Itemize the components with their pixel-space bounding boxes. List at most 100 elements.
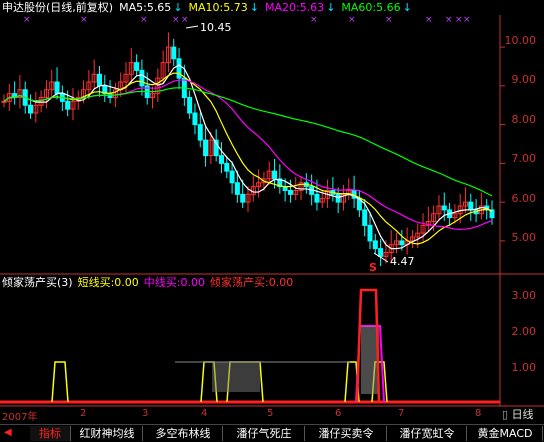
ma10-arrow-icon: ↓	[249, 1, 259, 14]
date-tick-4: 4	[201, 408, 208, 419]
price-tick-6: 6.00	[511, 192, 537, 205]
date-tick-7: 7	[398, 408, 405, 419]
date-tick-6: 6	[335, 408, 342, 419]
signal-x-marker: ×	[348, 15, 356, 25]
ma20-arrow-icon: ↓	[326, 1, 336, 14]
ma60-arrow-icon: ↓	[402, 1, 412, 14]
candle-body	[187, 97, 193, 114]
candle-body	[240, 193, 246, 203]
candle-body	[287, 190, 293, 195]
candle-body	[335, 193, 341, 203]
candle-body	[218, 155, 224, 164]
signal-x-marker: ×	[425, 15, 433, 25]
chart-canvas[interactable]: × × × × × × × × × × × ×	[0, 0, 544, 441]
kline-window: × × × × × × × × × × × × 申达股份(日线,前复权) MA5:5.65 ↓ MA10:5…	[0, 0, 544, 442]
signal-x-marker: ×	[463, 15, 471, 25]
candle-body	[372, 240, 378, 250]
price-legend: 申达股份(日线,前复权) MA5:5.65 ↓ MA10:5.73 ↓ MA20:5.63…	[2, 1, 418, 15]
signal-x-marker: ×	[181, 15, 189, 25]
price-tick-8: 8.00	[511, 113, 537, 126]
candle-body	[362, 209, 368, 226]
ma5-label: MA5:5.65	[119, 1, 172, 14]
price-ticks	[500, 46, 505, 242]
date-tick-2: 2	[80, 408, 87, 419]
candle-body	[224, 162, 230, 172]
candle-body	[1, 100, 7, 103]
ma-lines	[3, 64, 493, 250]
tab-indicator[interactable]: 指标	[30, 426, 71, 441]
signal-x-marker: ×	[445, 15, 453, 25]
indicator-tab-bar: 指标 红财神均线 多空布林线 潘仔气死庄 潘仔买卖令 潘仔宽虹令 黄金MACD …	[0, 424, 544, 442]
tab-panzai-rainbow[interactable]: 潘仔宽虹令	[388, 426, 467, 441]
candle-body	[192, 112, 198, 126]
candle-body	[203, 139, 209, 157]
price-tick-7: 7.00	[511, 152, 537, 165]
ma5-arrow-icon: ↓	[173, 1, 183, 14]
date-axis: 2007年 2 3 4 5 6 7 8	[0, 408, 500, 423]
candle-body	[399, 240, 405, 246]
sell-signal-mark: S	[369, 261, 377, 274]
high-price-label: 10.45	[200, 21, 232, 34]
candle-body	[28, 104, 34, 114]
low-price-label: 4.47	[390, 255, 415, 268]
candle-body	[134, 62, 140, 71]
candles	[1, 32, 495, 267]
mid-buy-label: 中线买:0.00	[143, 276, 205, 289]
candle-body	[234, 182, 240, 195]
candle-body	[367, 224, 373, 242]
short-buy-fill	[212, 362, 260, 392]
marks: × × × × × × × × × × × ×	[23, 15, 471, 263]
ma5-line	[3, 64, 493, 250]
short-buy-pulse	[51, 361, 69, 403]
ind-tick-2: 2.00	[511, 325, 537, 338]
signal-x-marker: ×	[23, 15, 31, 25]
high-pointer	[185, 25, 199, 29]
candle-body	[96, 73, 102, 87]
candle-body	[441, 205, 447, 211]
signal-x-marker: ×	[80, 15, 88, 25]
tab-panzai-qisizhuang[interactable]: 潘仔气死庄	[224, 426, 305, 441]
date-tick-3: 3	[142, 408, 149, 419]
signal-x-marker: ×	[172, 15, 180, 25]
tab-panzai-buysell[interactable]: 潘仔买卖令	[306, 426, 387, 441]
indicator-legend: 倾家荡产买(3) 短线买:0.00 中线买:0.00 倾家荡产买:0.00	[2, 276, 298, 290]
candle-body	[171, 46, 177, 60]
ind-tick-1: 1.00	[511, 361, 537, 374]
tab-bollinger[interactable]: 多空布林线	[144, 426, 223, 441]
candle-body	[468, 201, 474, 211]
ind-tick-3: 3.00	[511, 289, 537, 302]
candle-body	[378, 248, 384, 257]
candle-body	[197, 124, 203, 141]
ma20-label: MA20:5.63	[264, 1, 325, 14]
candle-body	[314, 193, 320, 203]
signal-x-marker: ×	[385, 15, 393, 25]
period-label: 日线	[511, 408, 534, 421]
candle-body	[229, 170, 235, 184]
candle-body	[65, 100, 71, 110]
period-selector[interactable]: ▯ 日线	[502, 408, 542, 422]
date-tick-5: 5	[267, 408, 274, 419]
signal-x-marker: ×	[455, 15, 463, 25]
tab-red-god-ma[interactable]: 红财神均线	[72, 426, 143, 441]
period-icon: ▯	[502, 408, 509, 421]
candle-body	[139, 69, 145, 87]
price-tick-5: 5.00	[511, 231, 537, 244]
ma60-line	[3, 87, 493, 197]
candle-body	[272, 170, 278, 180]
short-buy-label: 短线买:0.00	[77, 276, 139, 289]
indicator-name: 倾家荡产买(3)	[2, 276, 73, 289]
tab-gold-macd[interactable]: 黄金MACD	[468, 426, 543, 441]
ma60-label: MA60:5.66	[341, 1, 401, 14]
price-tick-9: 9.00	[511, 73, 537, 86]
candle-body	[54, 81, 60, 95]
all-in-buy-label: 倾家荡产买:0.00	[210, 276, 294, 289]
date-tick-year: 2007年	[2, 412, 38, 423]
tab-scroll-left-icon[interactable]: ◀	[4, 427, 12, 438]
indicator-plot	[0, 288, 500, 404]
signal-x-marker: ×	[140, 15, 148, 25]
candle-body	[176, 58, 182, 79]
price-tick-10: 10.00	[504, 34, 537, 47]
date-tick-8: 8	[475, 408, 482, 419]
signal-x-marker: ×	[310, 15, 318, 25]
ma10-label: MA10:5.73	[188, 1, 248, 14]
